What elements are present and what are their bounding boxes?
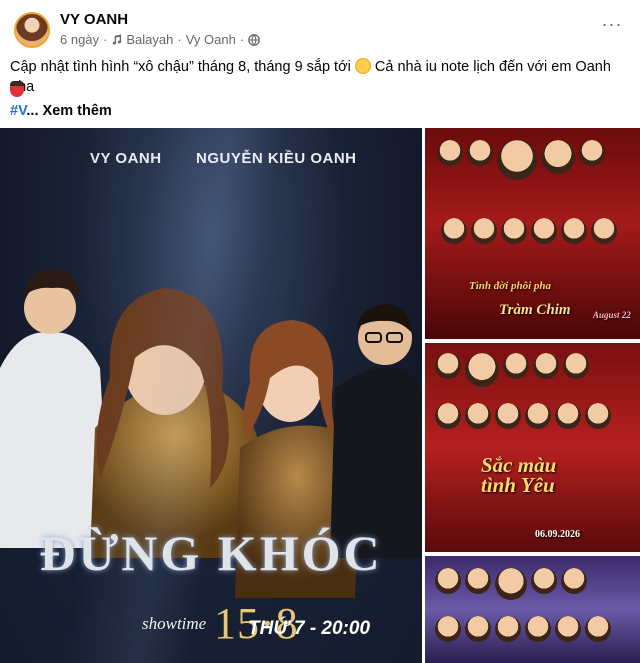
side2-title: Sắc màu tình Yêu — [481, 453, 557, 497]
performer-heads — [435, 353, 589, 387]
meta-separator: · — [177, 32, 182, 47]
main-poster-photo[interactable]: VY OANH NGUYỄN KIỀU OANH ĐỪNG KHÓC showt… — [0, 128, 422, 663]
post-header: VY OANH 6 ngày · Balayah · Vy Oanh · ··· — [0, 0, 640, 52]
side2-date: 06.09.2026 — [535, 529, 580, 540]
hashtag-link[interactable]: #V — [10, 103, 26, 119]
poster-showtime: showtime — [142, 614, 207, 633]
stage-light — [0, 128, 422, 663]
more-icon: ··· — [601, 13, 623, 34]
poster-name-2: NGUYỄN KIỀU OANH — [196, 150, 357, 167]
caption-line-2 — [10, 80, 24, 100]
post-meta: 6 ngày · Balayah · Vy Oanh · — [60, 32, 261, 47]
meta-separator: · — [239, 32, 245, 47]
avatar[interactable] — [14, 12, 50, 48]
meta-separator: · — [103, 32, 108, 47]
performer-heads — [437, 140, 605, 180]
post-media: VY OANH NGUYỄN KIỀU OANH ĐỪNG KHÓC showt… — [0, 128, 640, 663]
tag-link[interactable]: Vy Oanh — [186, 32, 236, 47]
caption-text: Cập nhật tình hình “xô chậu” tháng 8, th… — [10, 59, 351, 75]
side-poster-1[interactable]: Tình đời phôi pha Tràm Chim August 22 — [425, 128, 640, 339]
caption-hashtag-line: #V... Xem thêm — [10, 101, 112, 121]
performer-heads — [435, 568, 587, 600]
location-link[interactable]: Balayah — [126, 32, 173, 47]
performer-heads-row-2 — [435, 403, 611, 429]
globe-icon[interactable] — [248, 33, 261, 46]
performer-heads-row-2 — [441, 218, 617, 244]
side1-small-title: Tình đời phôi pha — [469, 280, 552, 292]
author-name[interactable]: VY OANH — [60, 11, 128, 28]
poster-title: ĐỪNG KHÓC — [39, 525, 383, 581]
poster-day: THỨ 7 - 20:00 — [248, 618, 371, 639]
side-poster-3[interactable] — [425, 556, 640, 663]
music-icon — [113, 34, 122, 45]
performer-heads-row-2 — [435, 616, 611, 642]
love-face-emoji — [354, 58, 371, 74]
side-poster-2[interactable]: Sắc màu tình Yêu 06.09.2026 — [425, 343, 640, 552]
post-time[interactable]: 6 ngày — [60, 32, 99, 47]
poster-name-1: VY OANH — [90, 150, 162, 167]
dancer-emoji — [10, 81, 24, 97]
side1-date: August 22 — [593, 310, 631, 320]
more-options-button[interactable]: ··· — [598, 10, 626, 38]
side1-main-title: Tràm Chim — [499, 302, 571, 318]
caption-line-1: Cập nhật tình hình “xô chậu” tháng 8, th… — [10, 57, 635, 97]
see-more-link[interactable]: ... Xem thêm — [26, 103, 111, 119]
